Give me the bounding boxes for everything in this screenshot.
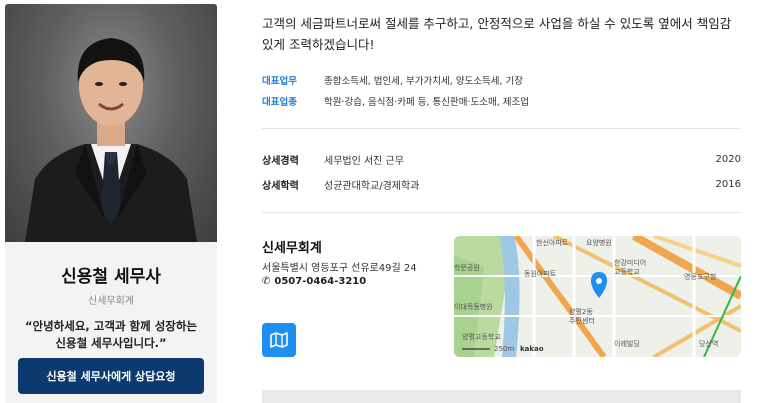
map-book-icon: [270, 332, 288, 348]
map-label: 동원아파트: [524, 270, 557, 278]
bottom-bar: [262, 390, 741, 403]
map-label: 학문공원: [454, 264, 480, 272]
map-label: 요양병원: [586, 239, 612, 247]
office-phone-number: 0507-0464-3210: [274, 276, 367, 287]
map-label: 양평고등학교: [462, 333, 501, 341]
main-industry-value: 학원·강습, 음식점·카페 등, 통신판매·도소매, 제조업: [324, 97, 529, 108]
history-value: 성균관대학교/경제학과: [324, 181, 420, 192]
main-industry-label: 대표업종: [262, 97, 297, 108]
map-scale-label: 250m: [494, 345, 515, 353]
office-name: 신세무회계: [262, 241, 322, 256]
history-label: 상세학력: [262, 181, 299, 192]
profile-photo: [5, 4, 217, 242]
map-label: 영등포구청: [684, 273, 717, 281]
map-label: 한신아파트: [536, 239, 569, 247]
history-label: 상세경력: [262, 156, 299, 167]
profile-card: 신용철 세무사 신세무회계 “안녕하세요, 고객과 함께 성장하는 신용철 세무…: [5, 4, 217, 403]
history-year: 2020: [715, 154, 741, 165]
divider: [262, 212, 741, 213]
profile-firm: 신세무회계: [88, 296, 134, 307]
map-label: 당산역: [699, 340, 719, 348]
map-label: 고등학교: [614, 268, 640, 276]
map-label: 이대목동병원: [454, 303, 493, 311]
history-row: 상세경력 세무법인 서진 근무 2020: [262, 152, 741, 167]
open-map-button[interactable]: [262, 323, 296, 357]
main-industry-row: 대표업종 학원·강습, 음식점·카페 등, 통신판매·도소매, 제조업: [262, 94, 529, 108]
main-work-row: 대표업무 종합소득세, 법인세, 부가가치세, 양도소득세, 기장: [262, 73, 523, 87]
history-year: 2016: [715, 179, 741, 190]
intro-text: 고객의 세금파트너로써 절세를 추구하고, 안정적으로 사업을 하실 수 있도록…: [262, 16, 732, 52]
main-work-value: 종합소득세, 법인세, 부가가치세, 양도소득세, 기장: [324, 76, 523, 87]
map-label: 주민센터: [569, 317, 595, 325]
phone-icon: ✆: [262, 276, 271, 287]
office-address: 서울특별시 영등포구 선유로49길 24: [262, 263, 417, 274]
profile-quote: “안녕하세요, 고객과 함께 성장하는 신용철 세무사입니다.”: [24, 319, 198, 350]
office-phone[interactable]: ✆ 0507-0464-3210: [262, 276, 366, 287]
history-row: 상세학력 성균관대학교/경제학과 2016: [262, 177, 741, 192]
history-value: 세무법인 서진 근무: [324, 156, 404, 167]
divider: [262, 128, 741, 129]
profile-name: 신용철 세무사: [61, 267, 161, 287]
main-work-label: 대표업무: [262, 76, 297, 87]
map-label: 이레빌딩: [614, 340, 640, 348]
consult-request-button[interactable]: 신용철 세무사에게 상담요청: [18, 358, 204, 394]
map-provider-logo: kakao: [520, 345, 544, 353]
location-map[interactable]: 한신아파트 요양병원 한강미디어 고등학교 동원아파트 학문공원 이대목동병원 …: [454, 236, 741, 357]
